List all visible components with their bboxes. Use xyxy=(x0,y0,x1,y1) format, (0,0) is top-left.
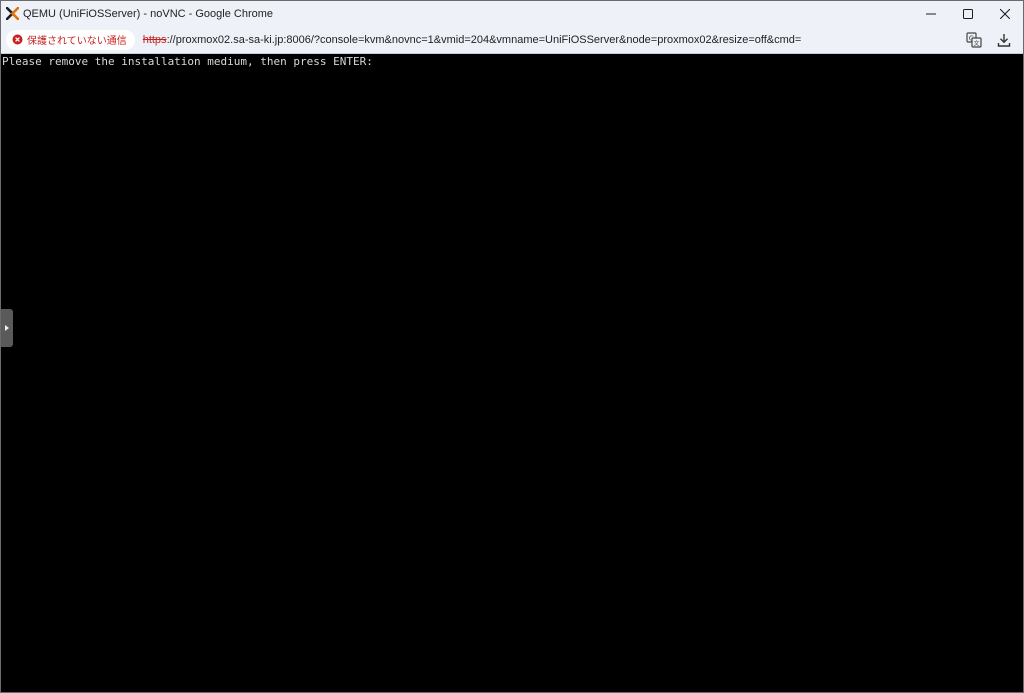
console-output-line: Please remove the installation medium, t… xyxy=(2,55,373,68)
expand-arrow-icon xyxy=(5,325,9,331)
url-field[interactable]: https://proxmox02.sa-sa-ki.jp:8006/?cons… xyxy=(143,34,802,46)
download-button[interactable] xyxy=(989,26,1019,53)
vnc-console[interactable]: Please remove the installation medium, t… xyxy=(1,54,1023,692)
close-icon xyxy=(999,8,1010,19)
download-icon xyxy=(997,33,1011,47)
translate-icon: G 文 xyxy=(966,31,982,48)
close-button[interactable] xyxy=(986,1,1023,26)
address-bar-actions: G 文 xyxy=(959,26,1019,53)
title-bar[interactable]: QEMU (UniFiOSServer) - noVNC - Google Ch… xyxy=(1,1,1023,26)
url-text: ://proxmox02.sa-sa-ki.jp:8006/?console=k… xyxy=(166,33,802,46)
security-chip[interactable]: 保護されていない通信 xyxy=(6,29,135,50)
window-title: QEMU (UniFiOSServer) - noVNC - Google Ch… xyxy=(23,7,274,20)
proxmox-x-logo-icon xyxy=(6,7,19,20)
minimize-icon xyxy=(925,13,936,14)
maximize-button[interactable] xyxy=(949,1,986,26)
translate-button[interactable]: G 文 xyxy=(959,26,989,53)
window-controls xyxy=(912,1,1023,26)
not-secure-icon xyxy=(12,34,23,45)
svg-text:文: 文 xyxy=(973,39,979,47)
address-bar: 保護されていない通信 https://proxmox02.sa-sa-ki.jp… xyxy=(1,26,1023,54)
novnc-sidebar-handle[interactable] xyxy=(1,309,13,347)
browser-window: QEMU (UniFiOSServer) - noVNC - Google Ch… xyxy=(0,0,1024,693)
minimize-button[interactable] xyxy=(912,1,949,26)
maximize-icon xyxy=(962,8,973,19)
security-label: 保護されていない通信 xyxy=(27,36,127,47)
url-scheme: https xyxy=(142,33,167,46)
